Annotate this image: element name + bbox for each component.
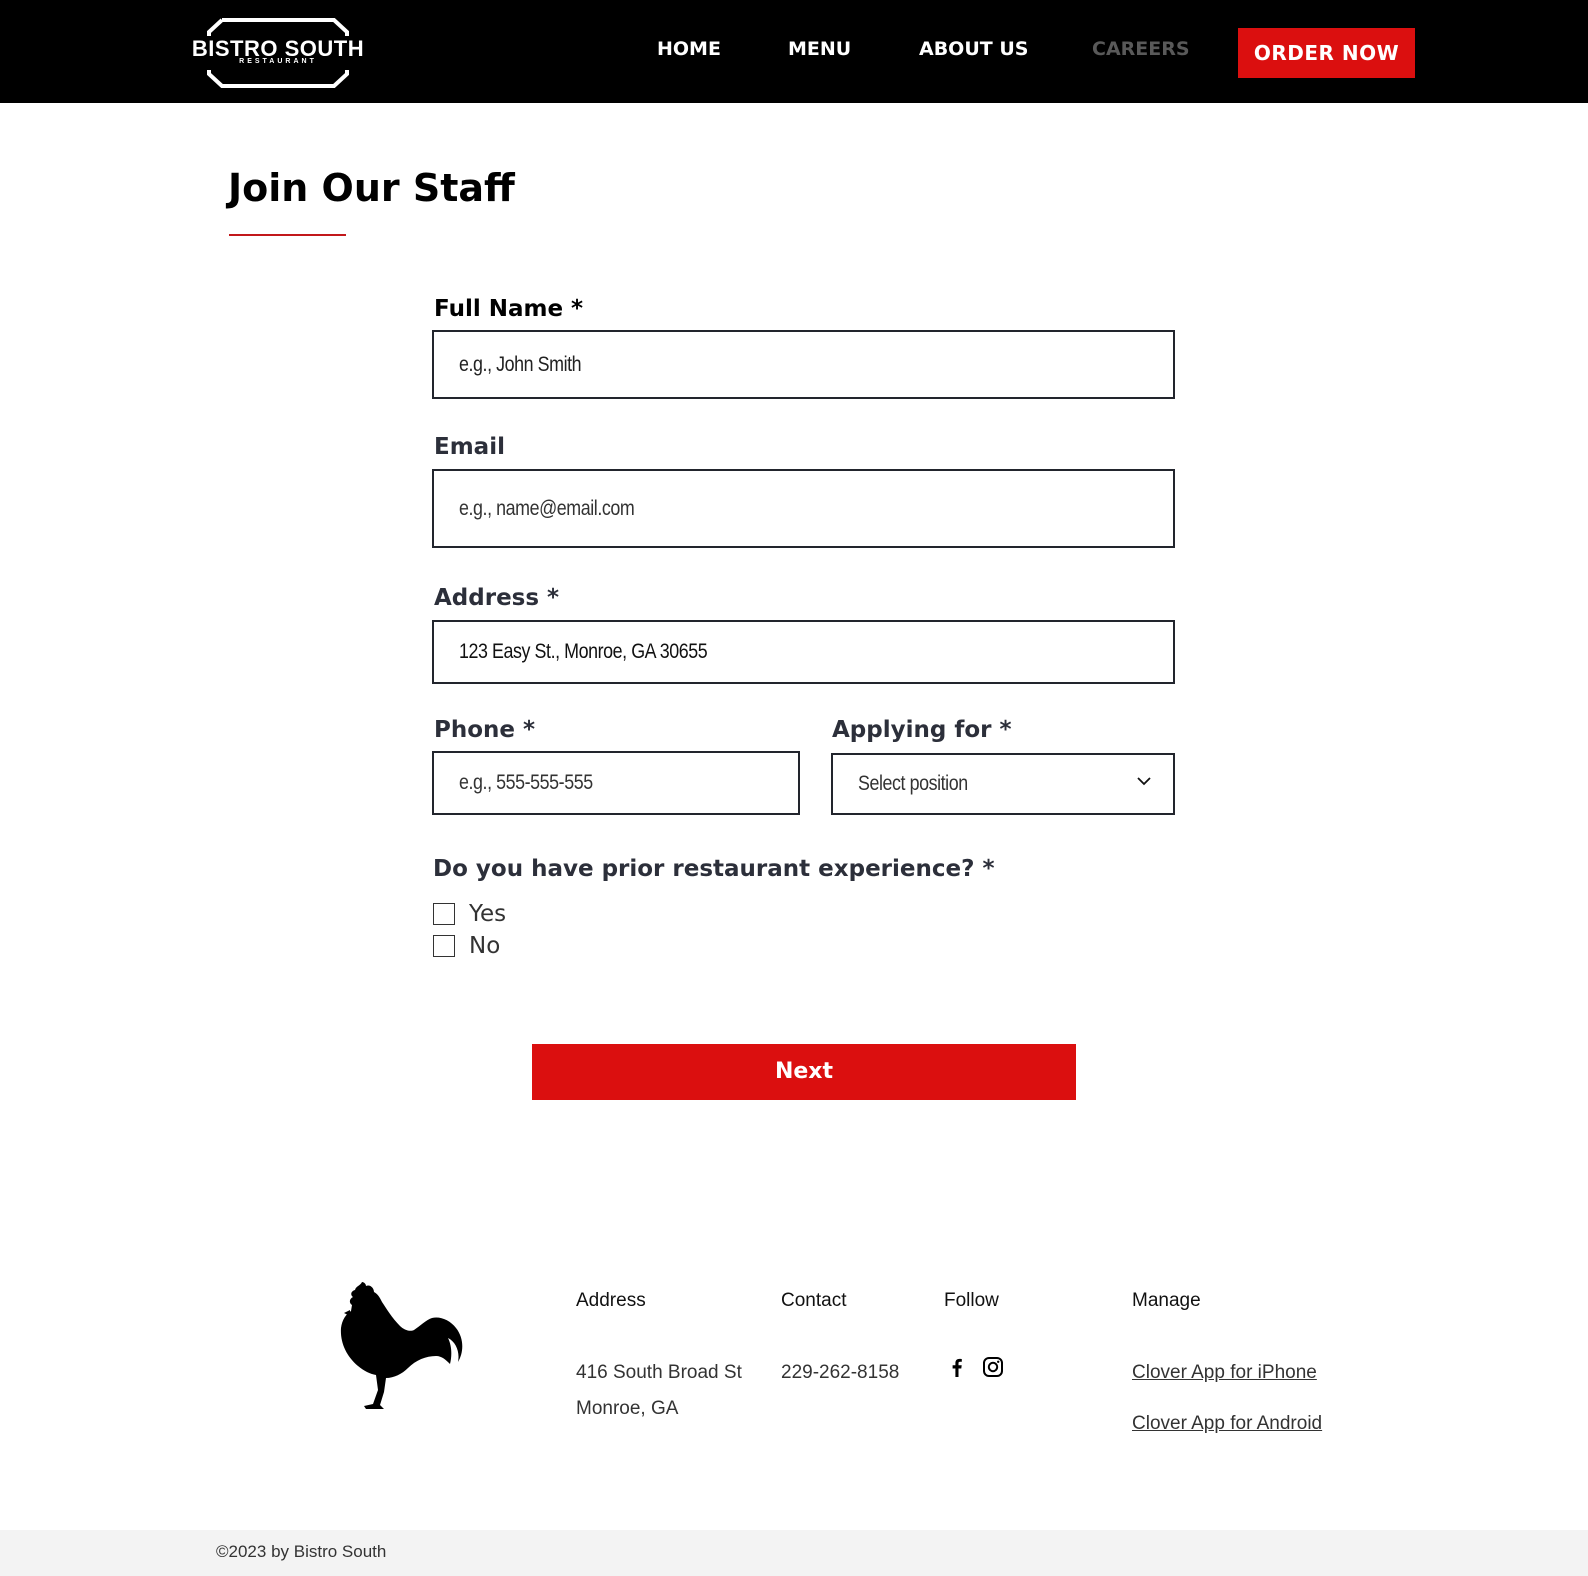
nav-about-us[interactable]: ABOUT US	[919, 38, 1028, 60]
clover-iphone-link[interactable]: Clover App for iPhone	[1132, 1362, 1317, 1384]
address-value: 123 Easy St., Monroe, GA 30655	[459, 640, 708, 663]
bistro-south-logo[interactable]: BISTRO SOUTH RESTAURANT	[188, 14, 368, 92]
copyright-text: ©2023 by Bistro South	[216, 1542, 387, 1561]
full-name-placeholder: e.g., John Smith	[459, 352, 582, 376]
address-input[interactable]: 123 Easy St., Monroe, GA 30655	[432, 620, 1175, 684]
nav-home[interactable]: HOME	[657, 38, 721, 60]
footer-address-heading: Address	[576, 1290, 646, 1311]
email-label: Email	[434, 434, 505, 460]
footer-contact-heading: Contact	[781, 1290, 847, 1311]
full-name-label: Full Name *	[434, 296, 584, 322]
experience-option-yes[interactable]: Yes	[433, 901, 506, 927]
address-label: Address *	[434, 585, 560, 611]
footer-follow-heading: Follow	[944, 1290, 999, 1311]
no-label: No	[469, 933, 501, 959]
instagram-icon[interactable]	[982, 1356, 1004, 1378]
yes-checkbox[interactable]	[433, 903, 455, 925]
next-button[interactable]: Next	[532, 1044, 1076, 1100]
nav-careers[interactable]: CAREERS	[1092, 38, 1190, 60]
position-select[interactable]: Select position	[831, 753, 1175, 815]
chevron-down-icon	[1137, 777, 1151, 786]
footer-manage-heading: Manage	[1132, 1290, 1201, 1311]
phone-input[interactable]: e.g., 555-555-555	[432, 751, 800, 815]
footer-address-line1: 416 South Broad St	[576, 1362, 742, 1383]
order-now-button[interactable]: ORDER NOW	[1238, 28, 1415, 78]
nav-menu[interactable]: MENU	[788, 38, 851, 60]
yes-label: Yes	[469, 901, 507, 927]
footer-phone: 229-262-8158	[781, 1362, 900, 1383]
position-select-value: Select position	[858, 772, 968, 795]
title-underline	[229, 234, 346, 236]
applying-for-label: Applying for *	[832, 717, 1012, 743]
rooster-icon	[340, 1282, 463, 1409]
clover-android-link[interactable]: Clover App for Android	[1132, 1413, 1322, 1435]
experience-option-no[interactable]: No	[433, 933, 500, 959]
email-placeholder: e.g., name@email.com	[459, 496, 635, 520]
footer-address-line2: Monroe, GA	[576, 1398, 679, 1419]
no-checkbox[interactable]	[433, 935, 455, 957]
phone-placeholder: e.g., 555-555-555	[459, 771, 593, 794]
logo-subtitle: RESTAURANT	[239, 58, 317, 65]
full-name-input[interactable]: e.g., John Smith	[432, 330, 1175, 399]
phone-label: Phone *	[434, 717, 536, 743]
footer-bottom-bar: ©2023 by Bistro South	[0, 1530, 1588, 1576]
site-header: BISTRO SOUTH RESTAURANT HOME MENU ABOUT …	[0, 0, 1588, 103]
facebook-icon[interactable]	[946, 1356, 968, 1378]
page-title: Join Our Staff	[228, 166, 515, 210]
email-input[interactable]: e.g., name@email.com	[432, 469, 1175, 548]
experience-question: Do you have prior restaurant experience?…	[433, 856, 995, 882]
